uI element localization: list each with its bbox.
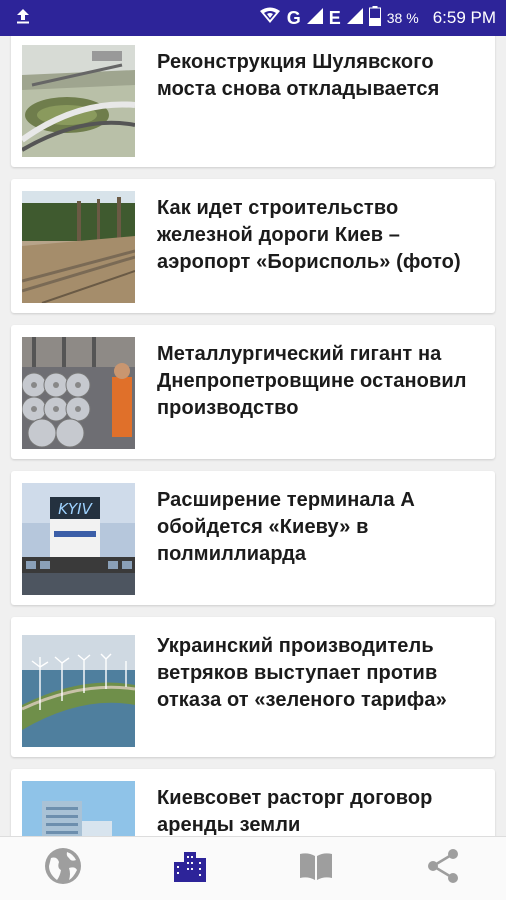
article-title: Расширение терминала А обойдется «Киеву»… [157,489,415,565]
airport-terminal-image: KYIV [22,483,135,595]
network-type-2: E [328,7,341,28]
article-card[interactable]: Реконструкция Шулявского моста снова отк… [11,36,495,167]
wind-turbines-image [22,635,135,747]
steel-coils-image [22,337,135,449]
bridge-aerial-image [22,45,135,157]
clock: 6:59 PM [432,8,496,27]
nav-item-world[interactable] [31,841,95,897]
battery-level: 38 % [386,10,419,26]
signal-icon-2 [346,7,363,29]
article-card[interactable]: Украинский производитель ветряков выступ… [11,617,495,757]
building-image [22,781,135,836]
article-card[interactable]: KYIV Расширение терминала А обойдется «К… [11,471,495,605]
share-icon [423,846,463,891]
article-title: Украинский производитель ветряков выступ… [157,635,447,711]
nav-item-city[interactable] [158,841,222,897]
status-bar: G E 38 % 6:59 PM [0,0,506,36]
network-type-1: G [286,7,301,28]
article-title: Как идет строительство железной дороги К… [157,197,461,273]
article-card[interactable]: Киевсовет расторг договор аренды земли [11,769,495,836]
book-icon [296,846,336,891]
wifi-hotspot-icon [259,7,281,30]
news-feed[interactable]: Реконструкция Шулявского моста снова отк… [0,36,506,836]
nav-item-share[interactable] [411,841,475,897]
nav-item-reading[interactable] [284,841,348,897]
bottom-navigation [0,836,506,900]
article-title: Реконструкция Шулявского моста снова отк… [157,51,440,100]
railway-construction-image [22,191,135,303]
article-card[interactable]: Как идет строительство железной дороги К… [11,179,495,313]
city-icon [170,846,210,891]
svg-text:KYIV: KYIV [58,500,93,518]
article-title: Киевсовет расторг договор аренды земли [157,787,433,836]
battery-icon [368,5,381,31]
upload-icon [14,7,32,30]
article-card[interactable]: Металлургический гигант на Днепропетровщ… [11,325,495,459]
signal-icon [306,7,323,29]
article-title: Металлургический гигант на Днепропетровщ… [157,343,467,419]
globe-icon [43,846,83,891]
